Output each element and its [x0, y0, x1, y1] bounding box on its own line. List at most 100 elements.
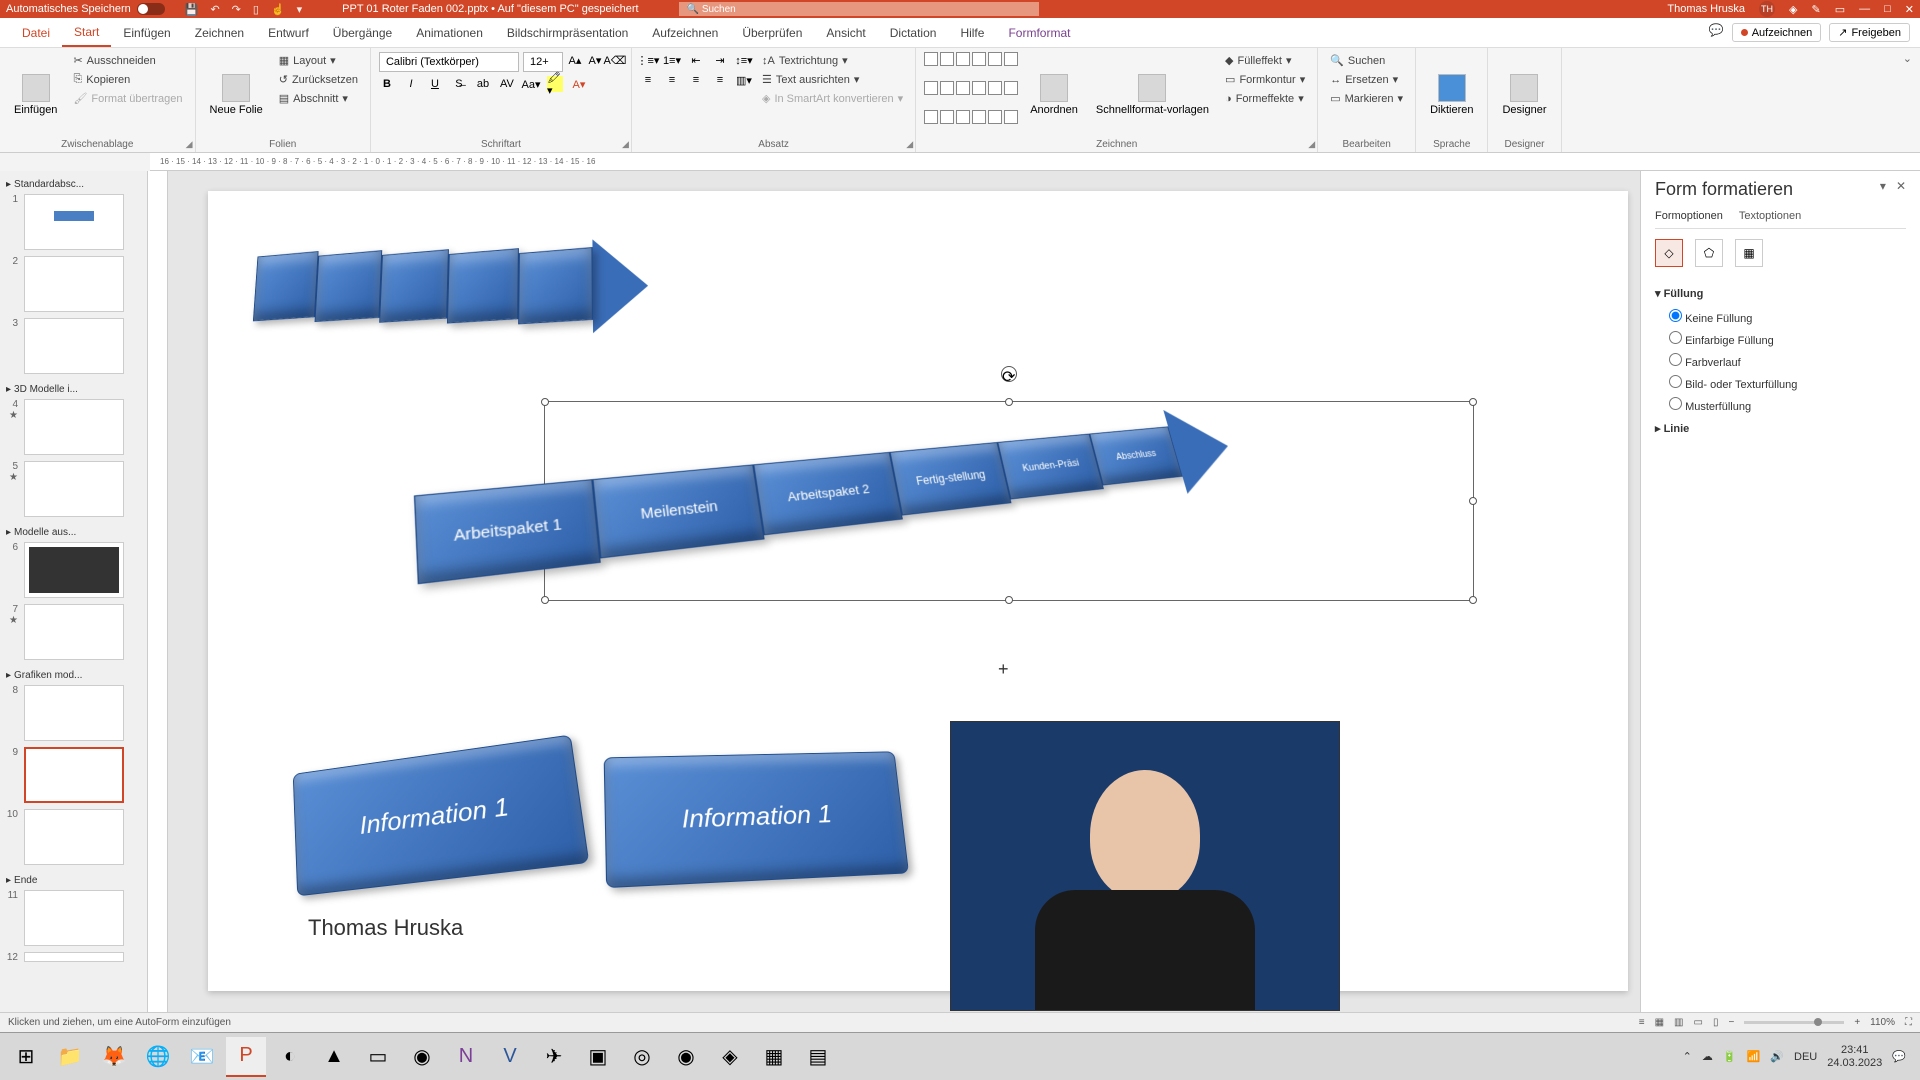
designer-button[interactable]: Designer — [1496, 52, 1552, 137]
arrow-block[interactable]: Fertig-stellung — [890, 442, 1012, 516]
line-expander[interactable]: ▸ Linie — [1655, 416, 1906, 441]
pane-tab-shape[interactable]: Formoptionen — [1655, 210, 1723, 222]
section-header[interactable]: ▸ Standardabsc... — [4, 175, 143, 194]
replace-button[interactable]: ↔ Ersetzen ▾ — [1326, 71, 1407, 88]
user-avatar[interactable]: TH — [1759, 1, 1775, 17]
spacing-icon[interactable]: AV — [499, 76, 515, 92]
pane-options-icon[interactable]: ▾ — [1880, 179, 1886, 193]
section-header[interactable]: ▸ 3D Modelle i... — [4, 380, 143, 399]
app-icon[interactable]: ▤ — [798, 1037, 838, 1077]
firefox-icon[interactable]: 🦊 — [94, 1037, 134, 1077]
slide-thumbnail-5[interactable] — [24, 461, 124, 517]
fill-line-icon[interactable]: ◇ — [1655, 239, 1683, 267]
highlight-icon[interactable]: 🖍▾ — [547, 76, 563, 92]
italic-icon[interactable]: I — [403, 76, 419, 92]
decrease-font-icon[interactable]: A▾ — [587, 52, 603, 68]
info-block-2[interactable]: Information 1 — [604, 751, 909, 888]
sorter-view-icon[interactable]: ▥ — [1674, 1017, 1683, 1028]
redo-icon[interactable]: ↷ — [232, 3, 241, 16]
close-icon[interactable]: ✕ — [1905, 3, 1914, 16]
section-header[interactable]: ▸ Grafiken mod... — [4, 666, 143, 685]
clipboard-launcher-icon[interactable]: ◢ — [186, 139, 193, 150]
increase-indent-icon[interactable]: ⇥ — [712, 52, 728, 68]
align-right-icon[interactable]: ≡ — [688, 72, 704, 88]
section-header[interactable]: ▸ Ende — [4, 871, 143, 890]
slide-thumbnail-10[interactable] — [24, 809, 124, 865]
record-button[interactable]: Aufzeichnen — [1732, 23, 1822, 42]
dictate-button[interactable]: Diktieren — [1424, 52, 1479, 137]
font-name-combo[interactable]: Calibri (Textkörper) — [379, 52, 519, 72]
tab-view[interactable]: Ansicht — [814, 18, 877, 47]
tab-record[interactable]: Aufzeichnen — [640, 18, 730, 47]
text-direction-button[interactable]: ↕A Textrichtung ▾ — [758, 52, 907, 69]
tab-insert[interactable]: Einfügen — [111, 18, 182, 47]
slide-thumbnail-3[interactable] — [24, 318, 124, 374]
coming-soon-icon[interactable]: ◈ — [1789, 3, 1797, 16]
app-icon[interactable]: ◐ — [270, 1037, 310, 1077]
font-launcher-icon[interactable]: ◢ — [622, 139, 629, 150]
case-icon[interactable]: Aa▾ — [523, 76, 539, 92]
tab-dictation[interactable]: Dictation — [878, 18, 949, 47]
outline-button[interactable]: ▭ Formkontur ▾ — [1221, 71, 1309, 88]
justify-icon[interactable]: ≡ — [712, 72, 728, 88]
slideshow-view-icon[interactable]: ▯ — [1713, 1017, 1719, 1028]
tab-design[interactable]: Entwurf — [256, 18, 321, 47]
clear-formatting-icon[interactable]: A⌫ — [607, 52, 623, 68]
tab-animations[interactable]: Animationen — [404, 18, 495, 47]
app-icon[interactable]: ▦ — [754, 1037, 794, 1077]
obs-icon[interactable]: ◎ — [622, 1037, 662, 1077]
paragraph-launcher-icon[interactable]: ◢ — [906, 139, 913, 150]
strikethrough-icon[interactable]: S̶ — [451, 76, 467, 92]
size-props-icon[interactable]: ▦ — [1735, 239, 1763, 267]
reading-view-icon[interactable]: ▭ — [1694, 1017, 1703, 1028]
arrow-block[interactable]: Meilenstein — [592, 464, 764, 558]
vlc-icon[interactable]: ▲ — [314, 1037, 354, 1077]
slide-thumbnail-8[interactable] — [24, 685, 124, 741]
reset-button[interactable]: ↺ Zurücksetzen — [275, 71, 362, 88]
font-size-combo[interactable]: 12+ — [523, 52, 563, 72]
radio-picture[interactable]: Bild- oder Texturfüllung — [1669, 372, 1906, 394]
section-header[interactable]: ▸ Modelle aus... — [4, 523, 143, 542]
pane-tab-text[interactable]: Textoptionen — [1739, 210, 1801, 222]
underline-icon[interactable]: U — [427, 76, 443, 92]
chrome-icon[interactable]: 🌐 — [138, 1037, 178, 1077]
bold-icon[interactable]: B — [379, 76, 395, 92]
decrease-indent-icon[interactable]: ⇤ — [688, 52, 704, 68]
tray-icon[interactable]: ☁ — [1702, 1050, 1713, 1063]
radio-nofill[interactable]: Keine Füllung — [1669, 306, 1906, 328]
section-button[interactable]: ▤ Abschnitt ▾ — [275, 90, 362, 107]
tab-slideshow[interactable]: Bildschirmpräsentation — [495, 18, 640, 47]
outlook-icon[interactable]: 📧 — [182, 1037, 222, 1077]
shapes-gallery[interactable] — [924, 52, 1018, 137]
share-button[interactable]: ↗ Freigeben — [1829, 23, 1910, 42]
zoom-in-icon[interactable]: + — [1854, 1017, 1860, 1028]
align-center-icon[interactable]: ≡ — [664, 72, 680, 88]
zoom-slider[interactable] — [1744, 1021, 1844, 1024]
app-icon[interactable]: ◉ — [402, 1037, 442, 1077]
cut-button[interactable]: ✂ Ausschneiden — [69, 52, 186, 69]
user-name[interactable]: Thomas Hruska — [1667, 3, 1745, 15]
drawing-launcher-icon[interactable]: ◢ — [1308, 139, 1315, 150]
arrow-block[interactable]: Abschluss — [1089, 426, 1182, 485]
search-box[interactable]: 🔍 Suchen — [679, 2, 1039, 16]
save-icon[interactable]: 💾 — [185, 3, 199, 16]
powerpoint-icon[interactable]: P — [226, 1037, 266, 1077]
app-icon[interactable]: ◉ — [666, 1037, 706, 1077]
arrange-button[interactable]: Anordnen — [1024, 52, 1084, 137]
format-painter-button[interactable]: 🖌 Format übertragen — [69, 90, 186, 107]
language-indicator[interactable]: DEU — [1794, 1051, 1817, 1063]
line-spacing-icon[interactable]: ↕≡▾ — [736, 52, 752, 68]
paste-button[interactable]: Einfügen — [8, 52, 63, 137]
undo-icon[interactable]: ↶ — [210, 3, 219, 16]
zoom-out-icon[interactable]: − — [1728, 1017, 1734, 1028]
new-slide-button[interactable]: Neue Folie — [204, 52, 269, 137]
increase-font-icon[interactable]: A▴ — [567, 52, 583, 68]
qat-more-icon[interactable]: ▾ — [297, 3, 303, 16]
tab-transitions[interactable]: Übergänge — [321, 18, 404, 47]
fill-button[interactable]: ◆ Fülleffekt ▾ — [1221, 52, 1309, 69]
visio-icon[interactable]: V — [490, 1037, 530, 1077]
wifi-icon[interactable]: 📶 — [1747, 1050, 1761, 1063]
tab-help[interactable]: Hilfe — [948, 18, 996, 47]
explorer-icon[interactable]: 📁 — [50, 1037, 90, 1077]
slide-thumbnail-1[interactable] — [24, 194, 124, 250]
